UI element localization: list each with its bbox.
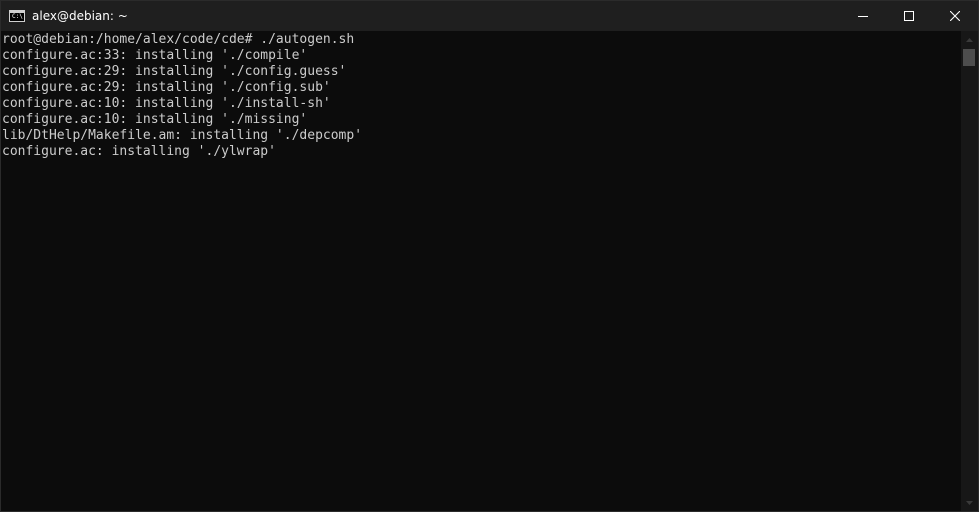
terminal-lines: root@debian:/home/alex/code/cde# ./autog… xyxy=(1,31,961,160)
console-icon-text: C:\ xyxy=(12,13,23,20)
scroll-up-button[interactable] xyxy=(961,31,978,48)
terminal-line: configure.ac: installing './ylwrap' xyxy=(2,144,276,159)
maximize-button[interactable] xyxy=(886,1,932,31)
minimize-button[interactable] xyxy=(840,1,886,31)
minimize-icon xyxy=(858,16,868,17)
terminal-line: configure.ac:29: installing './config.su… xyxy=(2,80,331,95)
maximize-icon xyxy=(904,11,914,21)
scroll-thumb[interactable] xyxy=(963,49,975,66)
title-bar[interactable]: C:\ alex@debian: ~ xyxy=(1,1,978,31)
terminal-line: configure.ac:10: installing './install-s… xyxy=(2,96,331,111)
window-title: alex@debian: ~ xyxy=(32,9,128,23)
window-controls xyxy=(840,1,978,31)
arrow-down-icon xyxy=(966,500,973,505)
console-icon[interactable]: C:\ xyxy=(9,10,25,22)
terminal-output[interactable]: root@debian:/home/alex/code/cde# ./autog… xyxy=(1,31,961,511)
scroll-down-button[interactable] xyxy=(961,494,978,511)
terminal-window: C:\ alex@debian: ~ root@debian:/home/ale… xyxy=(0,0,979,512)
terminal-line: configure.ac:29: installing './config.gu… xyxy=(2,64,347,79)
vertical-scrollbar[interactable] xyxy=(961,31,978,511)
close-button[interactable] xyxy=(932,1,978,31)
arrow-up-icon xyxy=(966,37,973,42)
close-icon xyxy=(950,11,960,21)
terminal-line: configure.ac:33: installing './compile' xyxy=(2,48,308,63)
terminal-line: configure.ac:10: installing './missing' xyxy=(2,112,308,127)
terminal-line: root@debian:/home/alex/code/cde# ./autog… xyxy=(2,32,355,47)
terminal-line: lib/DtHelp/Makefile.am: installing './de… xyxy=(2,128,363,143)
